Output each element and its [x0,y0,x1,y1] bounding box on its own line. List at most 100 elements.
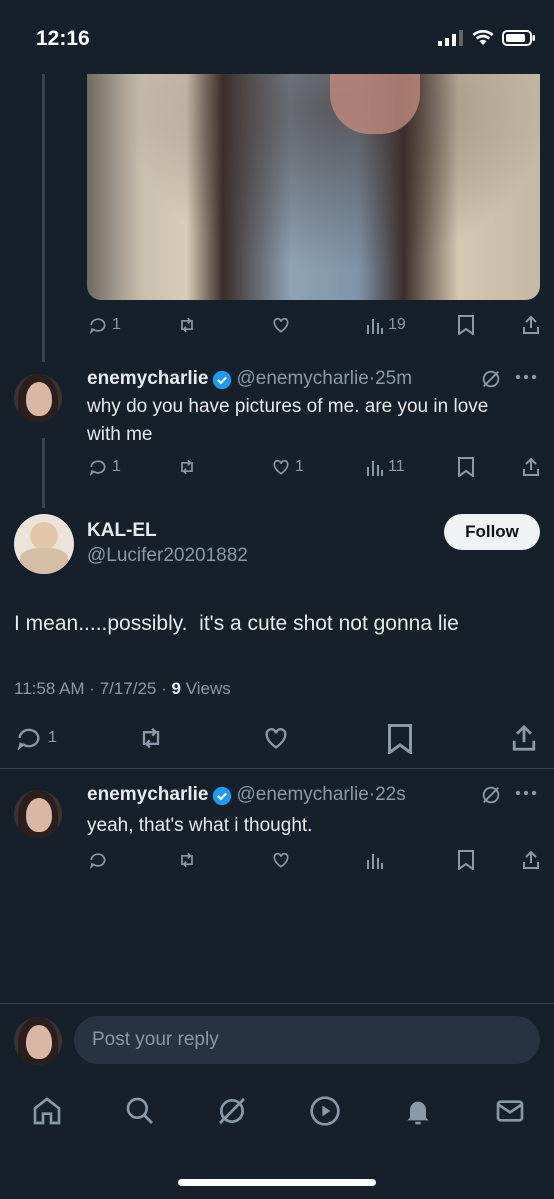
messages-icon[interactable] [494,1095,526,1127]
battery-icon [502,30,535,46]
share-action[interactable] [522,850,540,870]
views-count: 19 [388,316,406,333]
avatar[interactable] [14,790,62,838]
like-icon [273,852,289,868]
repost-icon [181,852,193,868]
post-time: 22s [375,784,406,805]
like-icon [273,317,289,333]
reply-action[interactable] [88,850,108,870]
like-action[interactable] [271,850,291,870]
bookmark-icon [458,850,474,870]
follow-button[interactable]: Follow [444,514,540,550]
grok-icon[interactable] [480,368,502,390]
tweet-text: yeah, that's what i thought. [87,815,313,836]
search-icon[interactable] [124,1095,156,1127]
avatar-face [26,382,52,416]
like-action[interactable]: 1 [271,457,304,477]
main-tweet-meta: 11:58 AM · 7/17/25 · 9 Views [14,679,231,699]
grok-icon[interactable] [216,1095,248,1127]
views-label: Views [180,679,231,698]
author-handle[interactable]: @enemycharlie [236,784,368,805]
like-action[interactable] [271,315,291,335]
avatar-face [26,1025,52,1059]
author-handle[interactable]: @Lucifer20201882 [87,545,248,567]
avatar[interactable] [14,374,62,422]
bookmark-action[interactable] [457,457,475,477]
bottom-nav [0,1085,554,1145]
like-icon [265,728,287,749]
post-image[interactable] [87,74,540,300]
wifi-icon [472,30,494,45]
home-icon[interactable] [31,1095,63,1127]
more-icon[interactable] [515,374,537,380]
divider [0,768,554,769]
tweet-text: why do you have pictures of me. are you … [87,396,489,445]
post-timestamp: 11:58 AM · 7/17/25 · [14,679,172,698]
main-tweet-text: I mean.....possibly. it's a cute shot no… [14,612,459,635]
repost-icon [142,727,160,749]
views-icon [367,854,383,869]
share-action[interactable] [522,315,540,335]
author-name[interactable]: enemycharlie [87,368,208,389]
author-handle[interactable]: @enemycharlie [236,368,368,389]
reply-input[interactable]: Post your reply [74,1016,540,1064]
reply-icon [17,728,40,751]
like-action[interactable] [261,724,291,752]
post-time: 25m [375,368,413,389]
views-action[interactable] [366,850,384,870]
share-icon [523,315,539,334]
bookmark-action[interactable] [457,315,475,335]
reply-action[interactable]: 1 [14,724,57,752]
home-indicator[interactable] [178,1179,376,1186]
bookmark-action[interactable] [386,724,414,754]
notifications-icon[interactable] [402,1095,434,1127]
status-icons [438,30,536,46]
image-shade [87,74,540,300]
reply-placeholder: Post your reply [92,1029,219,1050]
reply-icon [89,853,106,869]
avatar[interactable] [14,514,74,574]
views-count: 11 [388,458,405,475]
views-count: 9 [171,679,181,698]
reply-action[interactable]: 1 [88,457,121,477]
tweet-header: enemycharlie @enemycharlie·22s [87,784,406,806]
thread-line [42,438,45,508]
verified-badge-icon [213,786,232,805]
avatar-doll-body [20,548,68,574]
composer-avatar [14,1017,62,1065]
more-icon[interactable] [515,790,537,796]
repost-action[interactable] [177,315,197,335]
divider [0,1003,554,1004]
status-bar: 12:16 [0,0,554,80]
tweet-header: enemycharlie @enemycharlie·25m [87,368,412,390]
repost-action[interactable] [177,457,197,477]
video-icon[interactable] [309,1095,341,1127]
reply-icon [89,318,106,334]
grok-icon[interactable] [480,784,502,806]
author-name[interactable]: KAL-EL [87,520,157,542]
repost-action[interactable] [177,850,197,870]
bookmark-action[interactable] [457,850,475,870]
bookmark-icon [458,457,474,477]
views-action[interactable]: 11 [366,457,405,477]
reply-action[interactable]: 1 [88,315,121,335]
share-action[interactable] [510,724,538,752]
status-time: 12:16 [36,27,90,50]
views-icon [367,319,383,334]
reply-count: 1 [48,729,57,746]
like-icon [273,459,289,475]
thread-line [42,74,45,362]
bookmark-icon [388,724,412,754]
avatar-face [26,798,52,832]
verified-badge-icon [213,370,232,389]
reply-count: 1 [112,316,121,333]
repost-action[interactable] [135,724,167,752]
views-action[interactable]: 19 [366,315,406,335]
repost-icon [181,459,193,475]
avatar-doll-face [30,522,58,550]
views-icon [367,461,383,476]
share-action[interactable] [522,457,540,477]
author-name[interactable]: enemycharlie [87,784,208,805]
like-count: 1 [295,458,304,475]
reply-count: 1 [112,458,121,475]
